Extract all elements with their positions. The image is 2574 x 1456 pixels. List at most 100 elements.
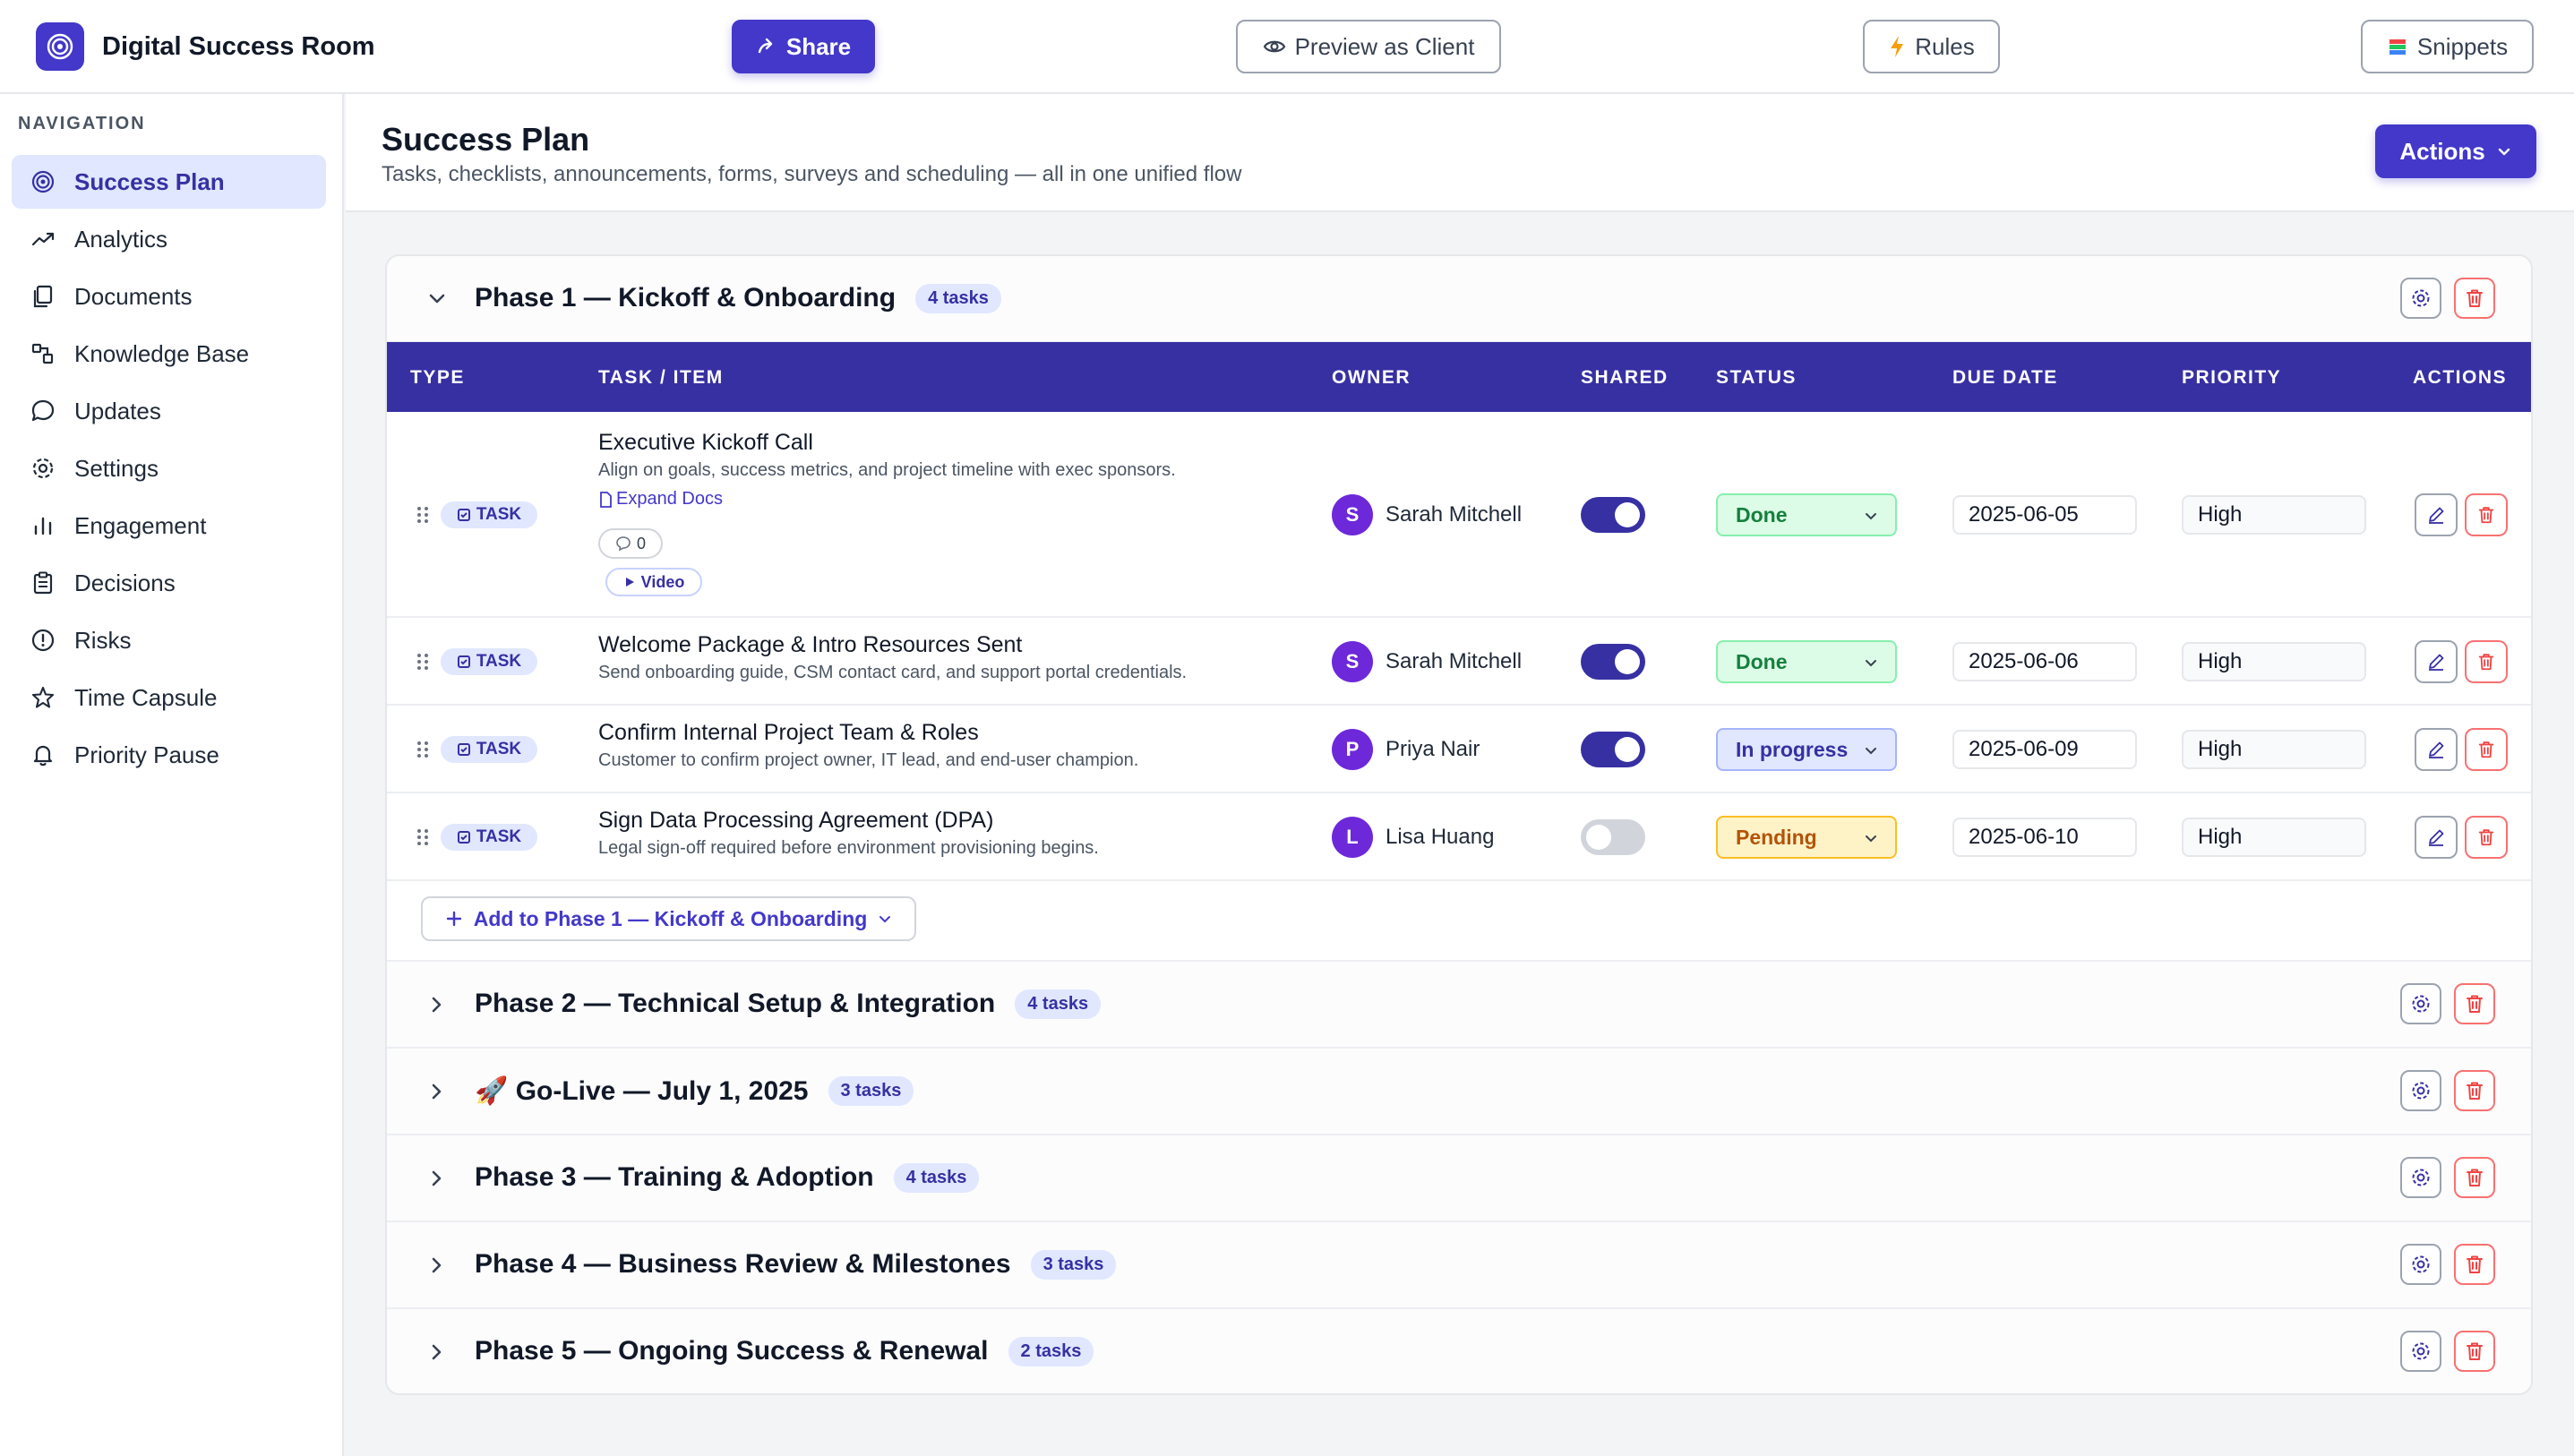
chevron-right-icon[interactable] bbox=[423, 1251, 451, 1280]
share-button[interactable]: Share bbox=[732, 20, 875, 73]
comment-count: 0 bbox=[636, 534, 646, 552]
status-select[interactable]: Pending bbox=[1716, 816, 1897, 859]
preview-label: Preview as Client bbox=[1294, 32, 1475, 60]
sidebar-item-documents[interactable]: Documents bbox=[12, 270, 326, 323]
sidebar-item-updates[interactable]: Updates bbox=[12, 384, 326, 438]
phase-header-1[interactable]: Phase 1 — Kickoff & Onboarding 4 tasks bbox=[387, 256, 2531, 343]
owner: S Sarah Mitchell bbox=[1332, 494, 1522, 535]
sidebar-item-risks[interactable]: Risks bbox=[12, 613, 326, 667]
page-header: Success Plan Tasks, checklists, announce… bbox=[346, 94, 2574, 212]
status-select[interactable]: Done bbox=[1716, 493, 1897, 536]
status-select[interactable]: In progress bbox=[1716, 728, 1897, 771]
delete-button[interactable] bbox=[2465, 640, 2508, 683]
due-date-input[interactable]: 2025-06-05 bbox=[1952, 495, 2137, 535]
chevron-right-icon[interactable] bbox=[423, 1164, 451, 1193]
column-header-actions: ACTIONS bbox=[2413, 367, 2507, 388]
chevron-right-icon[interactable] bbox=[423, 1077, 451, 1106]
task-title[interactable]: Welcome Package & Intro Resources Sent bbox=[598, 632, 1022, 658]
task-count-badge: 3 tasks bbox=[1030, 1249, 1117, 1280]
avatar: P bbox=[1332, 729, 1373, 770]
share-icon bbox=[758, 38, 773, 54]
phase-delete-button[interactable] bbox=[2454, 1244, 2495, 1285]
phase-delete-button[interactable] bbox=[2454, 1331, 2495, 1372]
priority-field[interactable]: High bbox=[2182, 730, 2366, 769]
phase-delete-button[interactable] bbox=[2454, 983, 2495, 1024]
shared-toggle[interactable] bbox=[1581, 732, 1645, 767]
phase-settings-button[interactable] bbox=[2400, 1331, 2441, 1372]
sidebar-item-analytics[interactable]: Analytics bbox=[12, 212, 326, 266]
phase-settings-button[interactable] bbox=[2400, 1244, 2441, 1285]
drag-handle-icon[interactable] bbox=[414, 652, 432, 672]
shared-toggle[interactable] bbox=[1581, 497, 1645, 533]
delete-button[interactable] bbox=[2465, 493, 2508, 536]
sidebar-item-decisions[interactable]: Decisions bbox=[12, 556, 326, 610]
bell-icon bbox=[30, 741, 56, 768]
phase-delete-button[interactable] bbox=[2454, 278, 2495, 319]
edit-button[interactable] bbox=[2415, 728, 2458, 771]
edit-button[interactable] bbox=[2415, 816, 2458, 859]
due-date-input[interactable]: 2025-06-09 bbox=[1952, 730, 2137, 769]
edit-button[interactable] bbox=[2415, 640, 2458, 683]
task-title[interactable]: Sign Data Processing Agreement (DPA) bbox=[598, 808, 993, 834]
phase-header-2[interactable]: Phase 2 — Technical Setup & Integration 4… bbox=[387, 962, 2531, 1049]
drag-handle-icon[interactable] bbox=[414, 827, 432, 847]
drag-handle-icon[interactable] bbox=[414, 505, 432, 525]
gear-icon bbox=[2412, 1342, 2430, 1360]
gear-icon bbox=[30, 455, 56, 482]
sidebar-item-time-capsule[interactable]: Time Capsule bbox=[12, 671, 326, 724]
status-select[interactable]: Done bbox=[1716, 640, 1897, 683]
priority-field[interactable]: High bbox=[2182, 495, 2366, 535]
chevron-down-icon[interactable] bbox=[423, 285, 451, 313]
trash-icon bbox=[2478, 829, 2494, 846]
preview-as-client-button[interactable]: Preview as Client bbox=[1236, 20, 1501, 73]
phase-settings-button[interactable] bbox=[2400, 1157, 2441, 1198]
delete-button[interactable] bbox=[2465, 816, 2508, 859]
gear-icon bbox=[2412, 1255, 2430, 1273]
checkbox-icon bbox=[457, 831, 470, 844]
phase-settings-button[interactable] bbox=[2400, 278, 2441, 319]
phase-header-4[interactable]: Phase 4 — Business Review & Milestones 3 … bbox=[387, 1222, 2531, 1309]
due-date-input[interactable]: 2025-06-10 bbox=[1952, 818, 2137, 857]
drag-handle-icon[interactable] bbox=[414, 740, 432, 759]
type-label: TASK bbox=[476, 652, 522, 671]
chevron-down-icon bbox=[879, 916, 891, 923]
chevron-right-icon[interactable] bbox=[423, 1338, 451, 1366]
phase-header-go-live[interactable]: 🚀 Go-Live — July 1, 2025 3 tasks bbox=[387, 1049, 2531, 1135]
chevron-right-icon[interactable] bbox=[423, 990, 451, 1019]
sidebar-item-engagement[interactable]: Engagement bbox=[12, 499, 326, 552]
task-title[interactable]: Executive Kickoff Call bbox=[598, 430, 813, 456]
rules-button[interactable]: Rules bbox=[1863, 20, 2000, 73]
delete-button[interactable] bbox=[2465, 728, 2508, 771]
add-label: Add to Phase 1 — Kickoff & Onboarding bbox=[473, 906, 868, 930]
table-row: TASK Sign Data Processing Agreement (DPA… bbox=[387, 793, 2531, 881]
video-button[interactable]: Video bbox=[605, 568, 702, 596]
phase-settings-button[interactable] bbox=[2400, 983, 2441, 1024]
sidebar-item-label: Documents bbox=[74, 282, 193, 310]
sidebar-item-priority-pause[interactable]: Priority Pause bbox=[12, 728, 326, 782]
snippets-button[interactable]: Snippets bbox=[2361, 20, 2534, 73]
phase-header-3[interactable]: Phase 3 — Training & Adoption 4 tasks bbox=[387, 1135, 2531, 1222]
sidebar-item-settings[interactable]: Settings bbox=[12, 441, 326, 495]
shared-toggle[interactable] bbox=[1581, 644, 1645, 680]
status-value: Done bbox=[1736, 502, 1788, 527]
add-to-phase-button[interactable]: Add to Phase 1 — Kickoff & Onboarding bbox=[421, 896, 916, 941]
priority-field[interactable]: High bbox=[2182, 642, 2366, 681]
actions-button[interactable]: Actions bbox=[2375, 124, 2536, 178]
expand-docs-link[interactable]: Expand Docs bbox=[598, 489, 723, 510]
shared-toggle[interactable] bbox=[1581, 819, 1645, 855]
sidebar-item-knowledge-base[interactable]: Knowledge Base bbox=[12, 327, 326, 381]
comments-button[interactable]: 0 bbox=[598, 528, 663, 559]
due-date-input[interactable]: 2025-06-06 bbox=[1952, 642, 2137, 681]
phase-delete-button[interactable] bbox=[2454, 1157, 2495, 1198]
edit-button[interactable] bbox=[2415, 493, 2458, 536]
phase-delete-button[interactable] bbox=[2454, 1070, 2495, 1111]
sidebar-item-success-plan[interactable]: Success Plan bbox=[12, 155, 326, 209]
priority-field[interactable]: High bbox=[2182, 818, 2366, 857]
link-label: Expand Docs bbox=[616, 489, 723, 509]
task-title[interactable]: Confirm Internal Project Team & Roles bbox=[598, 720, 979, 746]
sidebar-item-label: Success Plan bbox=[74, 167, 225, 195]
phase-settings-button[interactable] bbox=[2400, 1070, 2441, 1111]
phase-header-5[interactable]: Phase 5 — Ongoing Success & Renewal 2 tas… bbox=[387, 1309, 2531, 1393]
task-description: Legal sign-off required before environme… bbox=[598, 838, 1099, 858]
video-label: Video bbox=[640, 572, 685, 591]
